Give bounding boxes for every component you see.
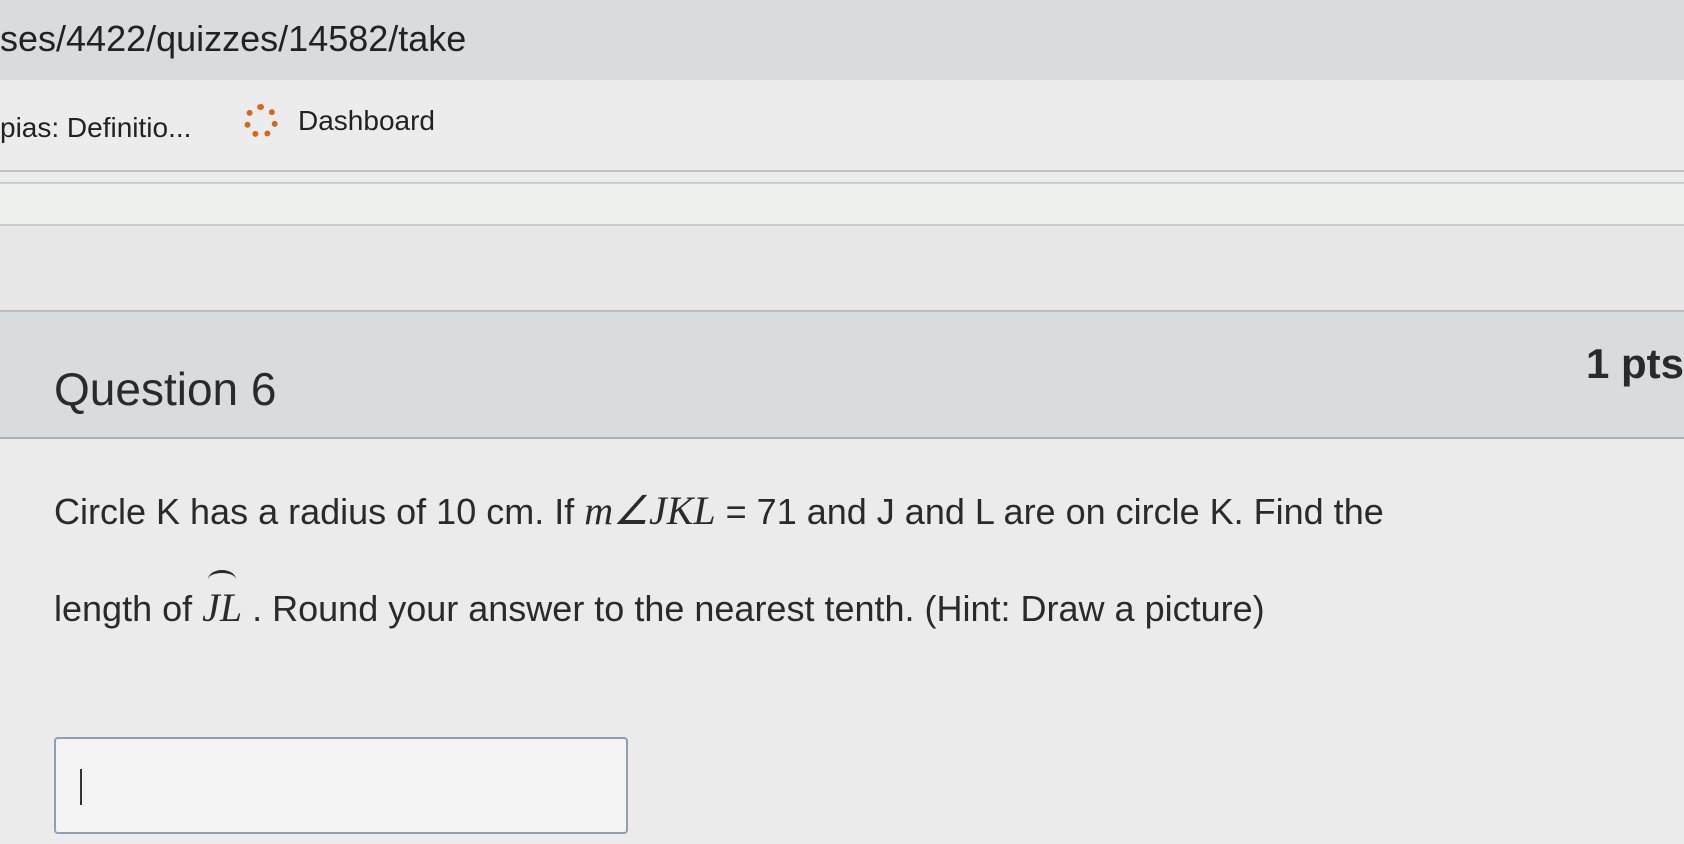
- answer-input[interactable]: [54, 737, 628, 834]
- question-text: . Round your answer to the nearest tenth…: [242, 588, 1265, 629]
- question-text: = 71 and J and L are on circle K. Find t…: [715, 491, 1384, 532]
- question-text: length of: [54, 588, 203, 629]
- quiz-top-panel: [0, 182, 1684, 226]
- question-text: Circle K has a radius of 10 cm. If: [54, 491, 585, 532]
- angle-expression: m∠JKL: [584, 488, 716, 533]
- url-text: ses/4422/quizzes/14582/take: [0, 18, 467, 59]
- arc-expression: JL: [202, 570, 243, 630]
- loading-circle-icon: [244, 104, 278, 138]
- browser-address-bar[interactable]: ses/4422/quizzes/14582/take: [0, 0, 1684, 80]
- question-text-line-1: Circle K has a radius of 10 cm. If m∠JKL…: [54, 487, 1384, 534]
- question-header: Question 6 1 pts: [0, 312, 1684, 439]
- question-points: 1 pts: [1585, 340, 1684, 387]
- bookmark-label: pias: Definitio...: [0, 112, 192, 143]
- bookmark-definitions[interactable]: pias: Definitio...: [0, 112, 191, 144]
- bookmark-label: Dashboard: [298, 105, 435, 136]
- question-text-line-2: length of JL . Round your answer to the …: [54, 570, 1265, 631]
- question-title: Question 6: [54, 363, 277, 415]
- question-card: Question 6 1 pts Circle K has a radius o…: [0, 310, 1684, 844]
- text-caret: [80, 769, 82, 805]
- bookmark-dashboard[interactable]: Dashboard: [244, 104, 435, 138]
- bookmarks-divider: [0, 170, 1684, 172]
